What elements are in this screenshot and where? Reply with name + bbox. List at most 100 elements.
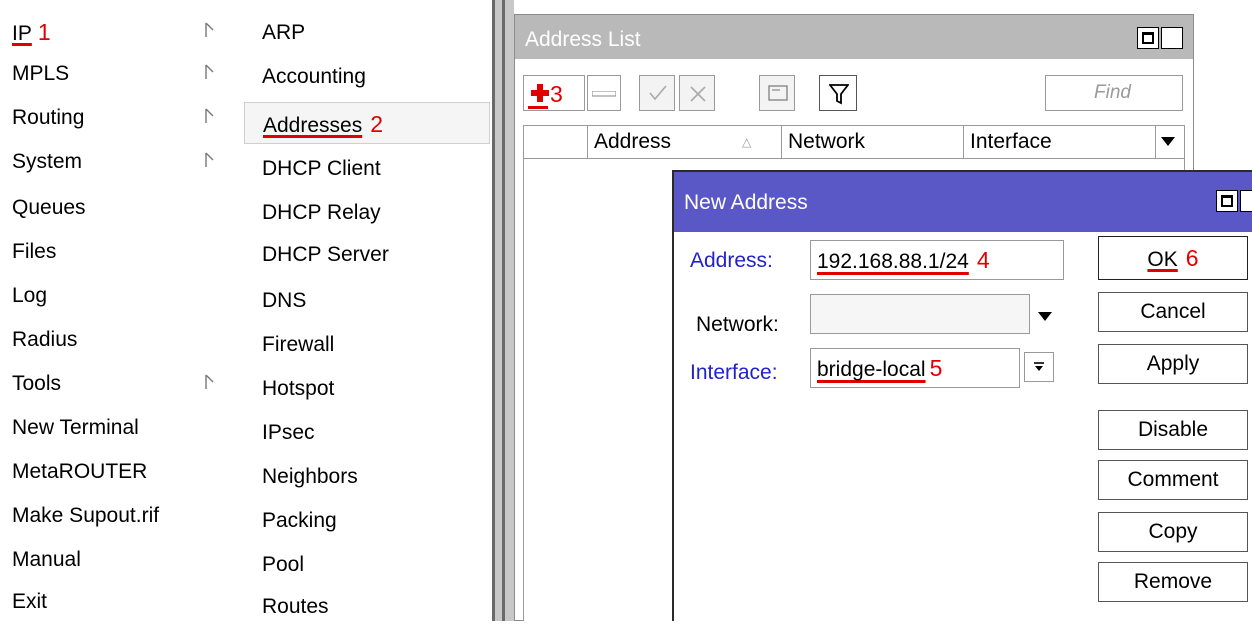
apply-button[interactable]: Apply: [1098, 344, 1248, 384]
interface-value: bridge-local: [817, 358, 926, 381]
menu-item-label: Tools: [12, 372, 62, 395]
maximize-icon[interactable]: [1216, 190, 1238, 212]
submenu-item-label: Firewall: [262, 333, 335, 356]
menu-item-metarouter[interactable]: MetaROUTER: [12, 450, 236, 494]
address-label: Address:: [690, 249, 773, 272]
comment-button[interactable]: [759, 75, 795, 111]
menu-item-new-terminal[interactable]: New Terminal: [12, 406, 236, 450]
remove-button[interactable]: Remove: [1098, 562, 1248, 602]
submenu-item-label: IPsec: [262, 421, 315, 444]
find-input[interactable]: Find: [1045, 75, 1183, 111]
annotation-number: 1: [37, 19, 51, 45]
network-dropdown-icon[interactable]: [1038, 312, 1052, 322]
disable-button[interactable]: Disable: [1098, 410, 1248, 450]
submenu-item-ipsec[interactable]: IPsec: [244, 412, 490, 454]
submenu-item-dhcp-relay[interactable]: DHCP Relay: [244, 192, 490, 234]
apply-button-label: Apply: [1146, 352, 1200, 375]
column-chooser-button[interactable]: [1156, 126, 1184, 158]
interface-field[interactable]: bridge-local 5: [810, 348, 1020, 388]
menu-item-make-supout[interactable]: Make Supout.rif: [12, 494, 236, 538]
menu-item-radius[interactable]: Radius: [12, 318, 236, 362]
submenu-arrow-icon: [205, 108, 214, 123]
network-field[interactable]: [810, 294, 1030, 334]
disable-button[interactable]: [679, 75, 715, 111]
submenu-arrow-icon: [205, 152, 214, 167]
annotation-number: 5: [929, 355, 943, 381]
window-title: Address List: [525, 28, 641, 51]
menu-item-label: Log: [12, 284, 48, 307]
check-icon: [649, 85, 667, 101]
cancel-button[interactable]: Cancel: [1098, 292, 1248, 332]
menu-item-label: Routing: [12, 106, 85, 129]
submenu-item-pool[interactable]: Pool: [244, 544, 490, 586]
ok-button[interactable]: OK 6: [1098, 236, 1248, 280]
add-button[interactable]: 3: [523, 75, 585, 111]
menu-item-label: IP: [12, 22, 32, 45]
enable-button[interactable]: [639, 75, 675, 111]
new-address-dialog: New Address × Address: 192.168.88.1/24 4 …: [672, 170, 1252, 621]
menu-item-label: Queues: [12, 196, 86, 219]
minus-icon: [592, 91, 616, 97]
submenu-item-routes[interactable]: Routes: [244, 586, 490, 628]
annotation-number: 6: [1185, 245, 1199, 271]
find-placeholder: Find: [1094, 82, 1131, 103]
menu-item-system[interactable]: System: [12, 140, 236, 184]
menu-item-exit[interactable]: Exit: [12, 580, 236, 624]
submenu-arrow-icon: [205, 22, 214, 37]
disable-button-label: Disable: [1137, 418, 1209, 441]
address-list-header: Address △ Network Interface: [523, 125, 1185, 159]
menu-item-label: Exit: [12, 590, 48, 613]
submenu-item-dns[interactable]: DNS: [244, 280, 490, 322]
annotation-number: 4: [976, 247, 990, 273]
menu-item-label: MPLS: [12, 62, 70, 85]
menu-item-label: Make Supout.rif: [12, 504, 160, 527]
close-icon[interactable]: ×: [1240, 190, 1252, 212]
submenu-item-label: Accounting: [262, 65, 366, 88]
column-header-flags[interactable]: [524, 126, 588, 158]
menu-item-ip[interactable]: IP 1: [12, 10, 236, 54]
submenu-item-firewall[interactable]: Firewall: [244, 324, 490, 366]
cross-icon: [690, 86, 706, 102]
submenu-item-label: Addresses: [263, 114, 363, 137]
comment-button[interactable]: Comment: [1098, 460, 1248, 500]
menu-item-label: Radius: [12, 328, 78, 351]
column-header-label: Address: [594, 130, 672, 153]
menu-item-routing[interactable]: Routing: [12, 96, 236, 140]
copy-button-label: Copy: [1148, 520, 1198, 543]
submenu-item-label: ARP: [262, 21, 306, 44]
copy-button[interactable]: Copy: [1098, 512, 1248, 552]
submenu-item-packing[interactable]: Packing: [244, 500, 490, 542]
submenu-item-hotspot[interactable]: Hotspot: [244, 368, 490, 410]
submenu-item-neighbors[interactable]: Neighbors: [244, 456, 490, 498]
close-icon[interactable]: ×: [1161, 27, 1183, 49]
remove-button[interactable]: [587, 75, 621, 111]
submenu-item-accounting[interactable]: Accounting: [244, 56, 490, 98]
menu-item-mpls[interactable]: MPLS: [12, 52, 236, 96]
menu-item-tools[interactable]: Tools: [12, 362, 236, 406]
menu-item-manual[interactable]: Manual: [12, 538, 236, 582]
menu-item-log[interactable]: Log: [12, 274, 236, 318]
submenu-item-addresses[interactable]: Addresses 2: [244, 102, 490, 144]
menu-item-label: MetaROUTER: [12, 460, 148, 483]
column-header-network[interactable]: Network: [782, 126, 964, 158]
submenu-item-arp[interactable]: ARP: [244, 12, 490, 54]
filter-button[interactable]: [819, 75, 857, 111]
address-field[interactable]: 192.168.88.1/24 4: [810, 240, 1064, 280]
maximize-icon[interactable]: [1137, 27, 1159, 49]
address-list-titlebar[interactable]: Address List ×: [515, 15, 1193, 59]
column-header-address[interactable]: Address △: [588, 126, 782, 158]
menu-item-label: System: [12, 150, 83, 173]
column-header-interface[interactable]: Interface: [964, 126, 1156, 158]
submenu-item-label: DHCP Relay: [262, 201, 381, 224]
submenu-item-dhcp-client[interactable]: DHCP Client: [244, 148, 490, 190]
submenu-arrow-icon: [205, 64, 214, 79]
menu-item-files[interactable]: Files: [12, 230, 236, 274]
new-address-titlebar[interactable]: New Address ×: [674, 172, 1252, 232]
interface-dropdown-button[interactable]: [1024, 352, 1054, 382]
menu-item-label: Manual: [12, 548, 81, 571]
ok-button-label: OK: [1147, 248, 1178, 271]
note-icon: [768, 85, 788, 101]
menu-item-queues[interactable]: Queues: [12, 186, 236, 230]
submenu-item-dhcp-server[interactable]: DHCP Server: [244, 234, 490, 276]
pane-divider[interactable]: [492, 0, 514, 621]
